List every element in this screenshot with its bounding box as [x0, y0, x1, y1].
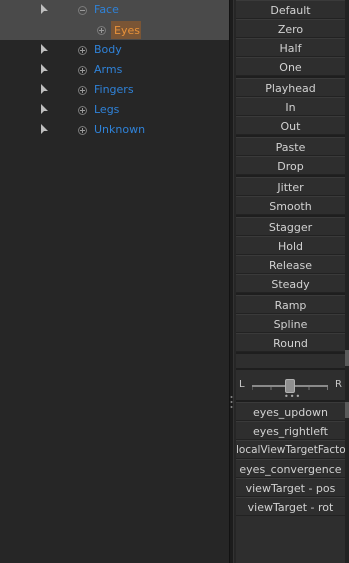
tree-item-body[interactable]: Body: [0, 40, 229, 60]
tree-item-face[interactable]: Face: [0, 0, 229, 20]
tree-item-label: Fingers: [94, 83, 134, 96]
tree-item-label: Unknown: [94, 123, 146, 136]
property-viewtarget-rot[interactable]: viewTarget - rot: [236, 497, 345, 516]
property-localviewtargetfactor[interactable]: localViewTargetFactor: [236, 440, 345, 459]
tree-item-fingers[interactable]: Fingers: [0, 80, 229, 100]
hold-button[interactable]: Hold: [236, 236, 345, 255]
splitter-grip-icon[interactable]: [230, 395, 233, 409]
tree-item-label: Legs: [94, 103, 120, 116]
cursor-icon: [41, 104, 49, 118]
round-button[interactable]: Round: [236, 333, 345, 352]
panel-scrollbar[interactable]: [345, 0, 349, 563]
jitter-button[interactable]: Jitter: [236, 177, 345, 196]
expand-icon[interactable]: [78, 45, 87, 55]
expand-icon[interactable]: [78, 65, 87, 75]
expand-icon[interactable]: [78, 105, 87, 115]
out-button[interactable]: Out: [236, 116, 345, 135]
tree-item-legs[interactable]: Legs: [0, 100, 229, 120]
tree-item-unknown[interactable]: Unknown: [0, 120, 229, 140]
steady-button[interactable]: Steady: [236, 274, 345, 293]
tree-item-label: Face: [94, 3, 119, 16]
slider-right-label: R: [335, 379, 342, 390]
smooth-button[interactable]: Smooth: [236, 196, 345, 215]
half-button[interactable]: Half: [236, 38, 345, 57]
property-eyes-convergence[interactable]: eyes_convergence: [236, 459, 345, 478]
expand-icon[interactable]: [97, 25, 106, 35]
tree-item-label: Body: [94, 43, 122, 56]
tree-item-arms[interactable]: Arms: [0, 60, 229, 80]
collapse-icon[interactable]: [78, 5, 87, 15]
spline-button[interactable]: Spline: [236, 314, 345, 333]
expand-icon[interactable]: [78, 125, 87, 135]
cursor-icon: [41, 64, 49, 78]
lr-balance-slider[interactable]: L ••• R: [236, 370, 345, 401]
cursor-icon: [41, 84, 49, 98]
cursor-icon: [41, 124, 49, 138]
hierarchy-tree: Face Eyes Body Arms Fingers Legs Unknown: [0, 0, 229, 563]
slider-left-label: L: [239, 379, 245, 390]
default-button[interactable]: Default: [236, 0, 345, 19]
ramp-button[interactable]: Ramp: [236, 295, 345, 314]
slider-thumb[interactable]: [285, 379, 295, 393]
cursor-icon: [41, 4, 49, 18]
property-viewtarget-pos[interactable]: viewTarget - pos: [236, 478, 345, 497]
cursor-icon: [41, 44, 49, 58]
release-button[interactable]: Release: [236, 255, 345, 274]
property-eyes-updown[interactable]: eyes_updown: [236, 402, 345, 421]
in-button[interactable]: In: [236, 97, 345, 116]
zero-button[interactable]: Zero: [236, 19, 345, 38]
property-eyes-rightleft[interactable]: eyes_rightleft: [236, 421, 345, 440]
scrollbar-tab[interactable]: [345, 350, 349, 366]
scrollbar-tab[interactable]: [345, 402, 349, 418]
one-button[interactable]: One: [236, 57, 345, 76]
panel-splitter[interactable]: [229, 0, 234, 563]
tree-item-label: Arms: [94, 63, 123, 76]
expand-icon[interactable]: [78, 85, 87, 95]
stagger-button[interactable]: Stagger: [236, 217, 345, 236]
playhead-button[interactable]: Playhead: [236, 78, 345, 97]
group-separator: [236, 352, 345, 354]
tree-item-label: Eyes: [114, 24, 140, 37]
paste-button[interactable]: Paste: [236, 137, 345, 156]
drop-button[interactable]: Drop: [236, 156, 345, 175]
